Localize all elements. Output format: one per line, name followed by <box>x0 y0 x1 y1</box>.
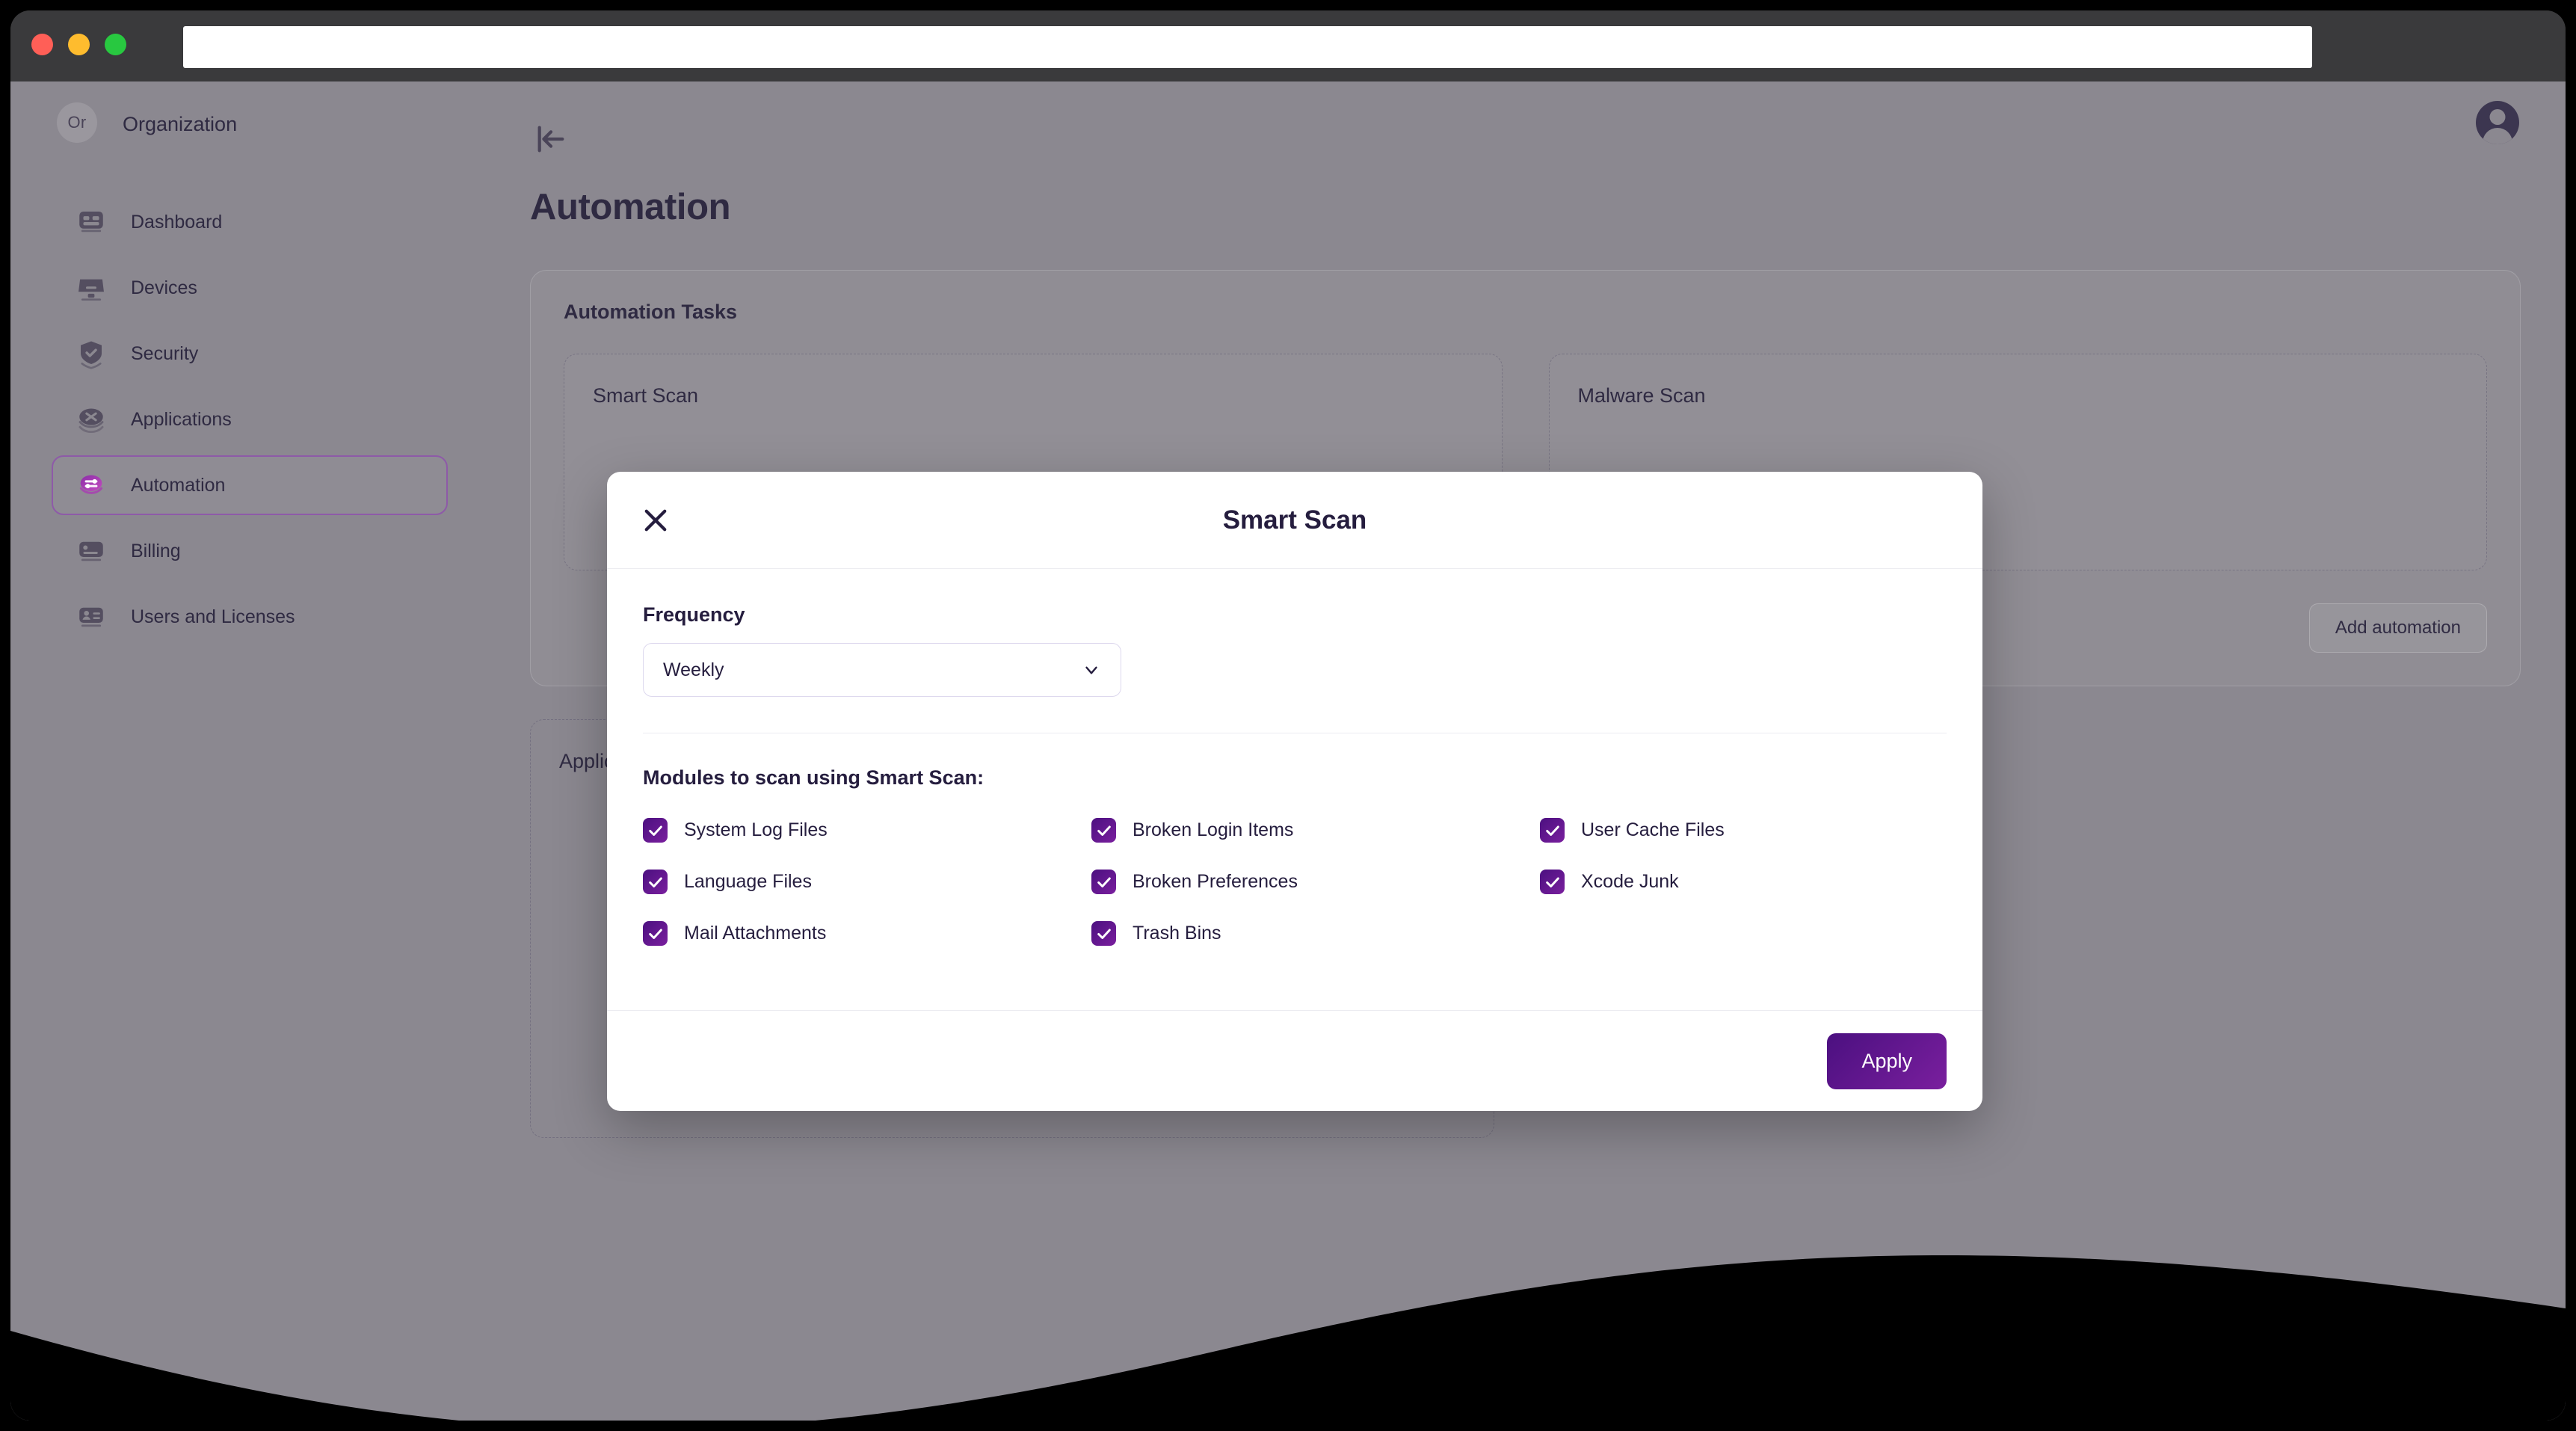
close-window-button[interactable] <box>31 34 53 55</box>
frequency-label: Frequency <box>643 603 745 626</box>
modal-header: Smart Scan <box>607 472 1982 569</box>
smart-scan-modal: Smart Scan Frequency Weekly Modules to s… <box>607 472 1982 1111</box>
maximize-window-button[interactable] <box>105 34 126 55</box>
minimize-window-button[interactable] <box>68 34 90 55</box>
checkbox-checked-icon <box>1091 818 1116 843</box>
frequency-select-value: Weekly <box>663 659 724 680</box>
module-checkbox-broken-preferences[interactable]: Broken Preferences <box>1091 870 1540 894</box>
apply-button[interactable]: Apply <box>1827 1033 1947 1089</box>
module-label: Broken Login Items <box>1133 819 1294 840</box>
module-checkbox-user-cache-files[interactable]: User Cache Files <box>1540 818 1982 843</box>
module-checkbox-broken-login-items[interactable]: Broken Login Items <box>1091 818 1540 843</box>
modal-overlay: Smart Scan Frequency Weekly Modules to s… <box>10 81 2566 1421</box>
module-label: Language Files <box>684 871 812 892</box>
module-grid-spacer <box>1540 921 1982 946</box>
browser-window: Or Organization Dashboard Devices Securi… <box>10 10 2566 1421</box>
checkbox-checked-icon <box>1091 870 1116 894</box>
modal-footer: Apply <box>607 1010 1982 1111</box>
module-label: Broken Preferences <box>1133 871 1298 892</box>
module-label: Trash Bins <box>1133 923 1221 944</box>
modal-title: Smart Scan <box>1222 505 1367 535</box>
module-label: Xcode Junk <box>1581 871 1679 892</box>
modal-body: Frequency Weekly Modules to scan using S… <box>607 569 1982 946</box>
checkbox-checked-icon <box>643 921 668 946</box>
modules-heading: Modules to scan using Smart Scan: <box>643 766 985 789</box>
module-label: User Cache Files <box>1581 819 1725 840</box>
checkbox-checked-icon <box>643 818 668 843</box>
module-checkbox-system-log-files[interactable]: System Log Files <box>643 818 1091 843</box>
module-checkbox-xcode-junk[interactable]: Xcode Junk <box>1540 870 1982 894</box>
checkbox-checked-icon <box>643 870 668 894</box>
module-label: System Log Files <box>684 819 828 840</box>
chevron-down-icon <box>1082 660 1101 680</box>
checkbox-checked-icon <box>1540 818 1565 843</box>
module-checkbox-trash-bins[interactable]: Trash Bins <box>1091 921 1540 946</box>
url-bar[interactable] <box>183 26 2312 68</box>
browser-titlebar <box>10 10 2566 81</box>
modules-checkbox-grid: System Log Files Broken Login Items User… <box>643 818 1947 946</box>
frequency-select[interactable]: Weekly <box>643 643 1121 697</box>
window-traffic-lights <box>31 34 126 55</box>
checkbox-checked-icon <box>1540 870 1565 894</box>
app-viewport: Or Organization Dashboard Devices Securi… <box>10 81 2566 1421</box>
module-checkbox-language-files[interactable]: Language Files <box>643 870 1091 894</box>
module-checkbox-mail-attachments[interactable]: Mail Attachments <box>643 921 1091 946</box>
checkbox-checked-icon <box>1091 921 1116 946</box>
module-label: Mail Attachments <box>684 923 827 944</box>
